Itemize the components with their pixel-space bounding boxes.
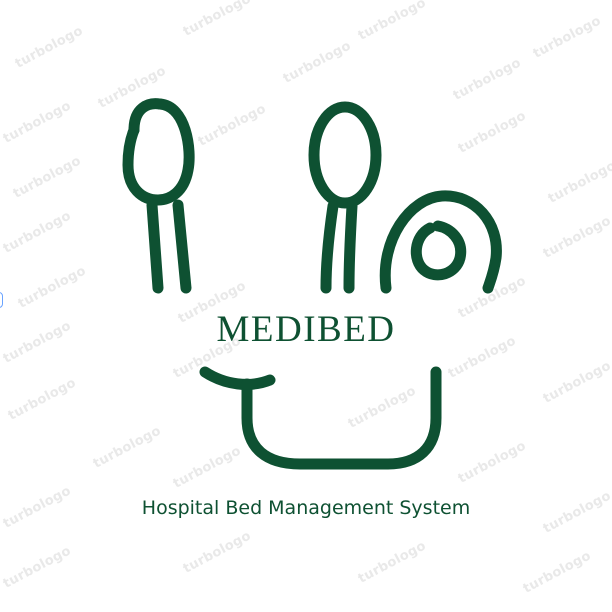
right-tube-outer [320,200,339,294]
left-tube-outer [172,199,192,294]
right-tube-inner [343,200,358,294]
right-earpiece [308,101,382,209]
chestpiece-inner [410,220,467,281]
edge-handle[interactable] [0,292,3,308]
tube-bottom-curve [199,366,276,390]
tagline: Hospital Bed Management System [141,497,471,519]
bed-frame [241,366,442,470]
logo-canvas: turbologo turbologo turbologo turbologo … [0,0,612,612]
left-tube-inner [146,199,164,294]
brand-name: MEDIBED [216,309,396,350]
